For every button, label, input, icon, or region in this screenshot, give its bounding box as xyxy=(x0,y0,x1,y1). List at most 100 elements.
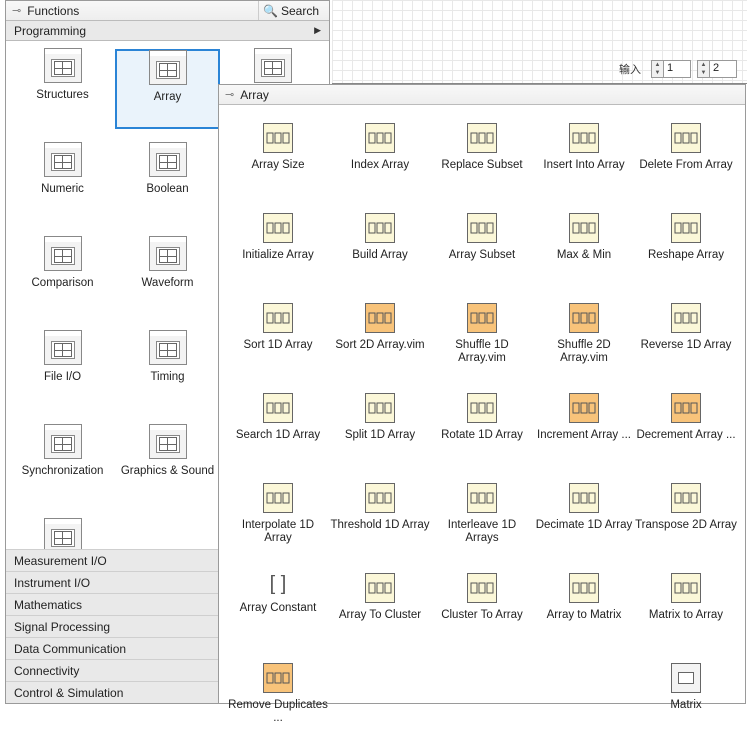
array-item-sort-1d-array[interactable]: Sort 1D Array xyxy=(227,303,329,373)
build-array-icon xyxy=(365,213,395,243)
palette-item-graphics-sound[interactable]: Graphics & Sound xyxy=(115,425,220,505)
array-item-sort-2d-array[interactable]: Sort 2D Array.vim xyxy=(329,303,431,373)
array-item-label: Insert Into Array xyxy=(543,159,624,172)
array-item-label: Initialize Array xyxy=(242,249,314,262)
array-item-decimate-1d-array[interactable]: Decimate 1D Array xyxy=(533,483,635,553)
array-item-label: Sort 1D Array xyxy=(243,339,312,352)
index-array-icon xyxy=(365,123,395,153)
array-item-interleave-1d-arrays[interactable]: Interleave 1D Arrays xyxy=(431,483,533,553)
array-item-label: Array Size xyxy=(251,159,304,172)
array-item-split-1d-array[interactable]: Split 1D Array xyxy=(329,393,431,463)
array-item-reverse-1d-array[interactable]: Reverse 1D Array xyxy=(635,303,737,373)
shuffle-1d-array-icon xyxy=(467,303,497,333)
array-item-matrix-to-array[interactable]: Matrix to Array xyxy=(635,573,737,643)
array-item-label: Decrement Array ... xyxy=(636,429,735,442)
search-button[interactable]: 🔍 Search xyxy=(258,1,323,20)
array-item-label: Shuffle 1D Array.vim xyxy=(431,339,533,365)
cluster-icon xyxy=(254,53,292,83)
array-item-shuffle-2d-array[interactable]: Shuffle 2D Array.vim xyxy=(533,303,635,373)
numeric-value-1[interactable]: 1 xyxy=(663,60,691,78)
array-item-blank1 xyxy=(329,663,431,733)
palette-item-timing[interactable]: Timing xyxy=(115,331,220,411)
array-item-label: Sort 2D Array.vim xyxy=(335,339,424,352)
palette-item-boolean[interactable]: Boolean xyxy=(115,143,220,223)
palette-item-label: Timing xyxy=(150,371,184,384)
array-item-increment-array[interactable]: Increment Array ... xyxy=(533,393,635,463)
matrix-to-array-icon xyxy=(671,573,701,603)
array-item-matrix[interactable]: Matrix xyxy=(635,663,737,733)
max-min-icon xyxy=(569,213,599,243)
array-item-interpolate-1d-array[interactable]: Interpolate 1D Array xyxy=(227,483,329,553)
subpalette-title: Array xyxy=(240,88,269,102)
array-item-array-to-matrix[interactable]: Array to Matrix xyxy=(533,573,635,643)
reverse-1d-array-icon xyxy=(671,303,701,333)
array-item-label: Build Array xyxy=(352,249,408,262)
reshape-array-icon xyxy=(671,213,701,243)
array-item-label: Decimate 1D Array xyxy=(536,519,633,532)
interpolate-1d-array-icon xyxy=(263,483,293,513)
array-item-label: Transpose 2D Array xyxy=(635,519,737,532)
category-bar-programming[interactable]: Programming ▶ xyxy=(6,21,329,41)
numeric-value-2[interactable]: 2 xyxy=(709,60,737,78)
palette-item-array[interactable]: Array xyxy=(115,49,220,129)
palette-item-comparison[interactable]: Comparison xyxy=(10,237,115,317)
array-item-label: Replace Subset xyxy=(441,159,522,172)
search-label: Search xyxy=(281,4,319,18)
array-item-label: Search 1D Array xyxy=(236,429,320,442)
numeric-control-1[interactable]: ▲▼ 1 xyxy=(651,60,691,78)
array-item-shuffle-1d-array[interactable]: Shuffle 1D Array.vim xyxy=(431,303,533,373)
array-item-label: Threshold 1D Array xyxy=(330,519,429,532)
array-item-label: Rotate 1D Array xyxy=(441,429,523,442)
array-item-label: Cluster To Array xyxy=(441,609,523,622)
palette-item-numeric[interactable]: Numeric xyxy=(10,143,115,223)
array-item-array-to-cluster[interactable]: Array To Cluster xyxy=(329,573,431,643)
array-item-delete-from-array[interactable]: Delete From Array xyxy=(635,123,737,193)
array-item-index-array[interactable]: Index Array xyxy=(329,123,431,193)
increment-array-icon xyxy=(569,393,599,423)
array-item-array-constant[interactable]: [ ]Array Constant xyxy=(227,573,329,643)
replace-subset-icon xyxy=(467,123,497,153)
cluster-to-array-icon xyxy=(467,573,497,603)
palette-item-file-io[interactable]: File I/O xyxy=(10,331,115,411)
spinner-icon[interactable]: ▲▼ xyxy=(697,60,709,78)
array-item-array-size[interactable]: Array Size xyxy=(227,123,329,193)
array-item-build-array[interactable]: Build Array xyxy=(329,213,431,283)
array-item-decrement-array[interactable]: Decrement Array ... xyxy=(635,393,737,463)
array-item-array-subset[interactable]: Array Subset xyxy=(431,213,533,283)
array-item-rotate-1d-array[interactable]: Rotate 1D Array xyxy=(431,393,533,463)
rotate-1d-array-icon xyxy=(467,393,497,423)
array-item-threshold-1d-array[interactable]: Threshold 1D Array xyxy=(329,483,431,553)
array-item-max-min[interactable]: Max & Min xyxy=(533,213,635,283)
array-item-insert-into-array[interactable]: Insert Into Array xyxy=(533,123,635,193)
palette-item-structures[interactable]: Structures xyxy=(10,49,115,129)
array-item-label: Index Array xyxy=(351,159,409,172)
file-io-icon xyxy=(44,335,82,365)
palette-item-waveform[interactable]: Waveform xyxy=(115,237,220,317)
array-item-label: Array to Matrix xyxy=(547,609,622,622)
numeric-control-2[interactable]: ▲▼ 2 xyxy=(697,60,737,78)
waveform-icon xyxy=(149,241,187,271)
array-item-search-1d-array[interactable]: Search 1D Array xyxy=(227,393,329,463)
array-item-transpose-2d-array[interactable]: Transpose 2D Array xyxy=(635,483,737,553)
spinner-icon[interactable]: ▲▼ xyxy=(651,60,663,78)
palette-item-label: Graphics & Sound xyxy=(121,465,214,478)
array-item-initialize-array[interactable]: Initialize Array xyxy=(227,213,329,283)
array-item-label: Split 1D Array xyxy=(345,429,415,442)
array-item-cluster-to-array[interactable]: Cluster To Array xyxy=(431,573,533,643)
array-grid: Array Size Index Array Replace Subset Inser… xyxy=(219,105,745,751)
array-item-label: Max & Min xyxy=(557,249,611,262)
array-item-label: Reverse 1D Array xyxy=(641,339,732,352)
array-item-label: Increment Array ... xyxy=(537,429,631,442)
pin-icon[interactable]: ⊸ xyxy=(225,88,234,101)
array-item-blank2 xyxy=(431,663,533,733)
array-item-label: Interleave 1D Arrays xyxy=(431,519,533,545)
delete-from-array-icon xyxy=(671,123,701,153)
array-item-reshape-array[interactable]: Reshape Array xyxy=(635,213,737,283)
palette-item-synchronization[interactable]: Synchronization xyxy=(10,425,115,505)
array-item-replace-subset[interactable]: Replace Subset xyxy=(431,123,533,193)
array-item-remove-duplicates[interactable]: Remove Duplicates ... xyxy=(227,663,329,733)
insert-into-array-icon xyxy=(569,123,599,153)
pin-icon[interactable]: ⊸ xyxy=(12,4,21,17)
graphics-sound-icon xyxy=(149,429,187,459)
decrement-array-icon xyxy=(671,393,701,423)
